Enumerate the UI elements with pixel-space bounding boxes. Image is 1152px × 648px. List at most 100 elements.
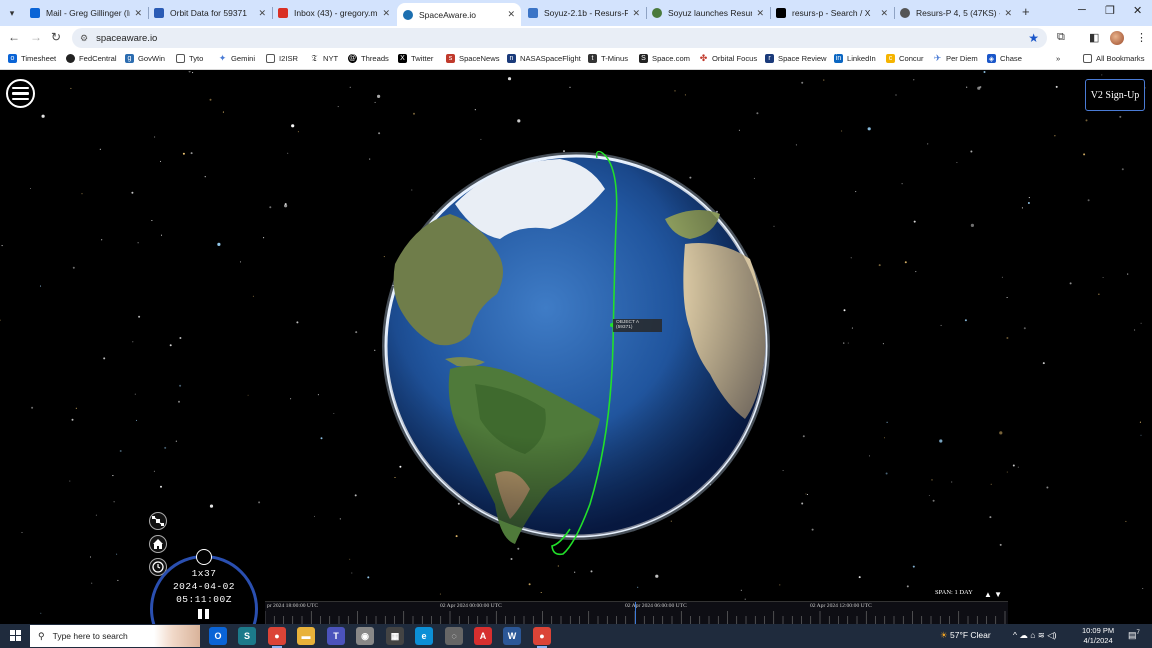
bookmark-spacenews[interactable]: s SpaceNews [446,54,500,63]
pause-button[interactable] [198,609,210,619]
tab-orbit-data[interactable]: Orbit Data for 59371 ✕ [148,3,272,23]
time-speed-knob[interactable] [196,549,212,565]
side-panel-icon[interactable]: ◧ [1089,31,1099,44]
bookmark-nasaspaceflight[interactable]: n NASASpaceFlight [507,54,581,63]
bookmark-space-review[interactable]: r Space Review [765,54,827,63]
span-down-icon[interactable]: ▼ [994,590,1002,599]
tab-gunter[interactable]: Resurs-P 4, 5 (47KS) - Gun ✕ [894,3,1018,23]
star [989,516,992,519]
profile-avatar[interactable] [1110,31,1124,45]
star [169,344,172,347]
timeline-cursor[interactable] [635,602,636,624]
close-icon[interactable]: ✕ [1004,8,1012,19]
word-app[interactable]: W [503,627,521,645]
bookmark-linkedin[interactable]: in LinkedIn [834,54,876,63]
bookmark-govwin[interactable]: g GovWin [125,54,165,63]
tab-soyuz-launches[interactable]: Soyuz launches Resurs-P4 ✕ [646,3,770,23]
extensions-icon[interactable]: ⧉ [1057,31,1065,44]
acrobat-app[interactable]: A [474,627,492,645]
close-icon[interactable]: ✕ [632,8,640,19]
spacecom-icon: S [639,54,648,63]
network-icon: ⌂ [1030,630,1036,640]
back-icon[interactable]: ← [8,30,20,44]
taskbar-clock[interactable]: 10:09 PM 4/1/2024 [1082,626,1114,646]
address-bar[interactable]: ⚙ spaceaware.io ★ [72,28,1047,48]
bookmark-twitter[interactable]: X Twitter [398,54,433,63]
taskbar-search[interactable]: ⚲ Type here to search [30,625,200,647]
tab-search-icon[interactable]: ▾ [4,5,20,21]
close-icon[interactable]: ✕ [507,9,515,20]
chrome-app[interactable]: ● [268,627,286,648]
forward-icon[interactable]: → [30,30,42,44]
home-button[interactable] [149,535,167,553]
span-control[interactable]: SPAN: 1 DAY [935,589,973,596]
more-menu-icon[interactable]: ⋮ [1136,31,1147,44]
star [977,86,981,90]
bookmark-threads[interactable]: @ Threads [348,54,389,63]
star [39,285,42,287]
earth-globe[interactable] [375,144,775,559]
tab-mail[interactable]: Mail - Greg Gillinger (Inte ✕ [24,3,148,23]
bookmark-timesheet[interactable]: o Timesheet [8,54,56,63]
bookmark-orbital-focus[interactable]: ✤ Orbital Focus [699,53,757,63]
calculator-app[interactable]: ▦ [386,627,404,645]
search-highlight-art [154,625,200,647]
media-app[interactable]: ◉ [356,627,374,645]
bookmark-i2isr[interactable]: I2ISR [266,54,298,63]
star [239,261,242,263]
more-bookmarks-icon[interactable]: » [1056,54,1060,63]
all-bookmarks[interactable]: All Bookmarks [1083,54,1145,63]
bookmark-star-icon[interactable]: ★ [1028,31,1039,45]
star [802,435,805,438]
chevron-up-icon[interactable]: ^ [1013,630,1017,640]
sway-app[interactable]: S [238,627,256,645]
tminus-icon: t [588,54,597,63]
notifications-icon[interactable]: ▤7 [1128,630,1140,641]
tab-spaceaware[interactable]: SpaceAware.io ✕ [397,3,521,26]
site-info-icon[interactable]: ⚙ [80,33,88,44]
close-icon[interactable]: ✕ [756,8,764,19]
tab-soyuz-resurs[interactable]: Soyuz-2.1b - Resurs-P N ✕ [522,3,646,23]
timeline-bar[interactable]: pr 2024 18:00:00 UTC 02 Apr 2024 00:00:0… [265,601,1008,624]
chrome-profile-app[interactable]: ● [533,627,551,648]
reload-icon[interactable]: ↻ [51,30,61,44]
bookmark-tyto[interactable]: Tyto [176,54,203,63]
bookmark-concur[interactable]: c Concur [886,54,923,63]
star [247,394,249,396]
outlook-app[interactable]: O [209,627,227,645]
bookmark-spacecom[interactable]: S Space.com [639,54,690,63]
bookmark-chase[interactable]: ◈ Chase [987,54,1022,63]
span-up-icon[interactable]: ▲ [984,590,992,599]
satellite-search-button[interactable] [149,512,167,530]
teams-app[interactable]: T [327,627,345,645]
minimize-icon[interactable]: ─ [1078,4,1086,16]
new-tab-button[interactable]: + [1022,4,1030,19]
weather-widget[interactable]: ☀ 57°F Clear [940,630,991,641]
star [154,136,156,138]
span-arrows[interactable]: ▲ ▼ [984,590,1002,599]
bookmark-fedcentral[interactable]: FedCentral [66,54,117,63]
bookmark-gemini[interactable]: ✦ Gemini [218,53,255,63]
v2-signup-button[interactable]: V2 Sign-Up [1085,79,1145,111]
close-icon[interactable]: ✕ [880,8,888,19]
bookmark-per-diem[interactable]: ✈ Per Diem [933,53,978,63]
bookmark-tminus[interactable]: t T-Minus [588,54,628,63]
object-label[interactable]: OBJECT A (59371) [613,319,662,332]
bookmark-nyt[interactable]: 𝔗 NYT [310,53,339,63]
star [906,585,909,588]
main-menu-button[interactable] [6,79,35,108]
tab-gmail[interactable]: Inbox (43) - gregory.m.gil ✕ [272,3,396,23]
globe-viewport[interactable]: V2 Sign-Up OBJECT A (59371) 1x37 2024-04… [0,71,1152,624]
restore-icon[interactable]: ❐ [1105,4,1115,17]
close-window-icon[interactable]: ✕ [1133,4,1142,17]
star [867,127,871,131]
edge-app[interactable]: e [415,627,433,645]
file-explorer-app[interactable]: ▬ [297,627,315,645]
remote-app[interactable]: ◌ [445,627,463,645]
close-icon[interactable]: ✕ [258,8,266,19]
close-icon[interactable]: ✕ [382,8,390,19]
tray-icons[interactable]: ^ ☁ ⌂ ≋ ◁) [1013,630,1057,641]
windows-start-icon[interactable] [10,630,21,641]
close-icon[interactable]: ✕ [134,8,142,19]
tab-x-search[interactable]: resurs-p - Search / X ✕ [770,3,894,23]
